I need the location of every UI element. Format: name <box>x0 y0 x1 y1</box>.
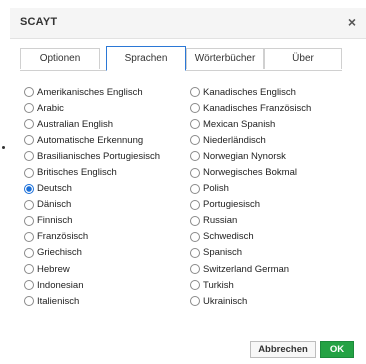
language-label: Dänisch <box>37 199 72 211</box>
language-label: Indonesian <box>37 279 84 291</box>
radio-button[interactable] <box>24 183 34 194</box>
side-dot <box>2 146 5 149</box>
language-option[interactable]: Indonesian <box>24 277 192 293</box>
radio-button[interactable] <box>24 199 34 210</box>
dialog-title: SCAYT <box>20 16 58 28</box>
language-label: Mexican Spanish <box>203 118 276 130</box>
language-option[interactable]: Deutsch <box>24 181 192 197</box>
scayt-dialog: SCAYT × Optionen Sprachen Wörterbücher Ü… <box>10 8 366 358</box>
radio-button[interactable] <box>190 231 200 242</box>
radio-button[interactable] <box>190 264 200 275</box>
language-label: Australian English <box>37 118 114 130</box>
language-option[interactable]: Turkish <box>190 277 358 293</box>
language-label: Turkish <box>203 279 234 291</box>
language-label: Switzerland German <box>203 263 290 275</box>
language-label: Kanadisches Englisch <box>203 86 296 98</box>
language-option[interactable]: Französisch <box>24 229 192 245</box>
language-label: Automatische Erkennung <box>37 134 144 146</box>
language-option[interactable]: Spanisch <box>190 245 358 261</box>
radio-button[interactable] <box>190 119 200 130</box>
language-option[interactable]: Kanadisches Englisch <box>190 84 358 100</box>
language-label: Russian <box>203 215 238 227</box>
language-label: Spanisch <box>203 247 243 259</box>
language-option[interactable]: Schwedisch <box>190 229 358 245</box>
tab-woerterbuecher[interactable]: Wörterbücher <box>186 48 264 69</box>
radio-button[interactable] <box>24 296 34 307</box>
language-option[interactable]: Ukrainisch <box>190 293 358 309</box>
language-option[interactable]: Portugiesisch <box>190 197 358 213</box>
radio-button[interactable] <box>190 135 200 146</box>
radio-button[interactable] <box>24 87 34 98</box>
language-label: Deutsch <box>37 183 72 195</box>
language-label: Brasilianisches Portugiesisch <box>37 150 161 162</box>
radio-button[interactable] <box>24 247 34 258</box>
language-option[interactable]: Russian <box>190 213 358 229</box>
tab-bar: Optionen Sprachen Wörterbücher Über <box>20 46 342 71</box>
language-label: Amerikanisches Englisch <box>37 86 143 98</box>
language-label: Griechisch <box>37 247 82 259</box>
language-option[interactable]: Amerikanisches Englisch <box>24 84 192 100</box>
language-option[interactable]: Hebrew <box>24 261 192 277</box>
radio-button[interactable] <box>24 119 34 130</box>
ok-button[interactable]: OK <box>320 341 354 358</box>
radio-button[interactable] <box>190 151 200 162</box>
language-label: Britisches Englisch <box>37 167 117 179</box>
language-column-left: Amerikanisches Englisch Arabic Australian … <box>24 84 192 309</box>
tab-sprachen[interactable]: Sprachen <box>106 46 186 71</box>
language-label: Hebrew <box>37 263 70 275</box>
close-icon[interactable]: × <box>344 13 360 31</box>
language-label: Französisch <box>37 231 89 243</box>
radio-button[interactable] <box>24 280 34 291</box>
language-option[interactable]: Britisches Englisch <box>24 164 192 180</box>
tab-ueber[interactable]: Über <box>264 48 342 69</box>
language-label: Schwedisch <box>203 231 254 243</box>
language-label: Kanadisches Französisch <box>203 102 312 114</box>
language-option[interactable]: Dänisch <box>24 197 192 213</box>
language-column-right: Kanadisches Englisch Kanadisches Französi… <box>190 84 358 309</box>
language-option[interactable]: Mexican Spanish <box>190 116 358 132</box>
radio-button[interactable] <box>24 167 34 178</box>
language-label: Arabic <box>37 102 64 114</box>
radio-button[interactable] <box>24 135 34 146</box>
language-label: Italienisch <box>37 295 80 307</box>
radio-button[interactable] <box>24 231 34 242</box>
radio-button[interactable] <box>190 183 200 194</box>
language-label: Norwegisches Bokmal <box>203 167 297 179</box>
radio-button[interactable] <box>190 103 200 114</box>
radio-button[interactable] <box>24 103 34 114</box>
language-option[interactable]: Australian English <box>24 116 192 132</box>
language-label: Portugiesisch <box>203 199 261 211</box>
language-option[interactable]: Arabic <box>24 100 192 116</box>
language-option[interactable]: Italienisch <box>24 293 192 309</box>
radio-button[interactable] <box>190 87 200 98</box>
language-label: Finnisch <box>37 215 73 227</box>
dialog-titlebar: SCAYT × <box>10 8 366 39</box>
language-option[interactable]: Switzerland German <box>190 261 358 277</box>
dialog-footer: Abbrechen OK <box>10 338 366 364</box>
radio-button[interactable] <box>190 296 200 307</box>
radio-button[interactable] <box>190 247 200 258</box>
language-option[interactable]: Polish <box>190 181 358 197</box>
radio-button[interactable] <box>190 280 200 291</box>
radio-button[interactable] <box>190 167 200 178</box>
language-option[interactable]: Niederländisch <box>190 132 358 148</box>
language-option[interactable]: Norwegisches Bokmal <box>190 164 358 180</box>
language-option[interactable]: Finnisch <box>24 213 192 229</box>
language-option[interactable]: Kanadisches Französisch <box>190 100 358 116</box>
radio-button[interactable] <box>24 264 34 275</box>
language-label: Ukrainisch <box>203 295 248 307</box>
language-option[interactable]: Norwegian Nynorsk <box>190 148 358 164</box>
language-label: Niederländisch <box>203 134 266 146</box>
language-option[interactable]: Automatische Erkennung <box>24 132 192 148</box>
radio-button[interactable] <box>190 199 200 210</box>
language-label: Polish <box>203 183 229 195</box>
language-option[interactable]: Brasilianisches Portugiesisch <box>24 148 192 164</box>
radio-button[interactable] <box>24 151 34 162</box>
language-label: Norwegian Nynorsk <box>203 150 286 162</box>
cancel-button[interactable]: Abbrechen <box>250 341 316 358</box>
radio-button[interactable] <box>190 215 200 226</box>
tab-optionen[interactable]: Optionen <box>20 48 100 69</box>
radio-button[interactable] <box>24 215 34 226</box>
language-option[interactable]: Griechisch <box>24 245 192 261</box>
